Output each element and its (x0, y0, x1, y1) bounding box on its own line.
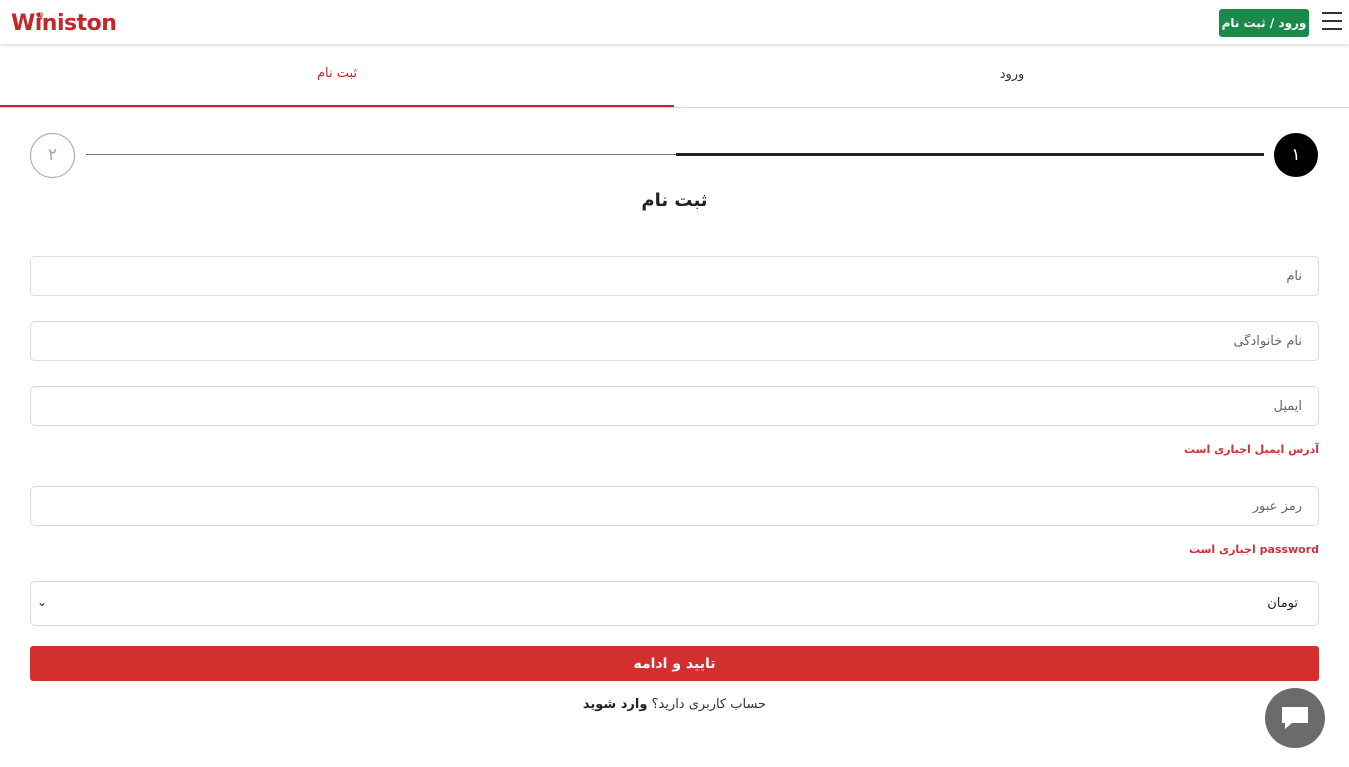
tab-register[interactable]: ثبت نام (0, 45, 674, 107)
currency-selected-value: تومان (1267, 596, 1298, 611)
chevron-down-icon: ⌄ (37, 595, 48, 609)
currency-select[interactable]: تومان ⌄ (30, 581, 1319, 626)
top-header: ♛ Winiston ورود / ثبت نام (0, 0, 1349, 44)
login-register-button[interactable]: ورود / ثبت نام (1219, 9, 1309, 37)
stepper-line-pending (86, 154, 676, 155)
step-1-indicator: ۱ (1274, 133, 1318, 177)
password-error-text: password اجباری است (1188, 543, 1319, 556)
hamburger-menu-icon[interactable] (1322, 12, 1342, 32)
logo-text: Winiston (11, 11, 117, 36)
password-input[interactable] (30, 486, 1319, 526)
first-name-input[interactable] (30, 256, 1319, 296)
chat-bubble-icon (1282, 707, 1308, 729)
email-error-text: آدرس ایمیل اجباری است (1184, 443, 1319, 456)
crown-icon: ♛ (35, 10, 45, 23)
last-name-input[interactable] (30, 321, 1319, 361)
have-account-text: حساب کاربری دارید؟ (651, 697, 767, 712)
step-2-indicator: ۲ (30, 133, 75, 178)
tab-register-label: ثبت نام (316, 66, 358, 81)
stepper-line-complete (676, 153, 1264, 156)
tab-login-label: ورود (999, 67, 1025, 82)
tab-login[interactable]: ورود (675, 45, 1349, 107)
login-prompt: حساب کاربری دارید؟ وارد شوید (0, 697, 1349, 712)
email-input[interactable] (30, 386, 1319, 426)
submit-continue-button[interactable]: تایید و ادامه (30, 646, 1319, 681)
login-link[interactable]: وارد شوید (583, 697, 648, 712)
auth-tabs: ثبت نام ورود (0, 45, 1349, 108)
form-title: ثبت نام (641, 190, 708, 211)
chat-support-button[interactable] (1265, 688, 1325, 748)
site-logo[interactable]: ♛ Winiston (11, 9, 117, 39)
